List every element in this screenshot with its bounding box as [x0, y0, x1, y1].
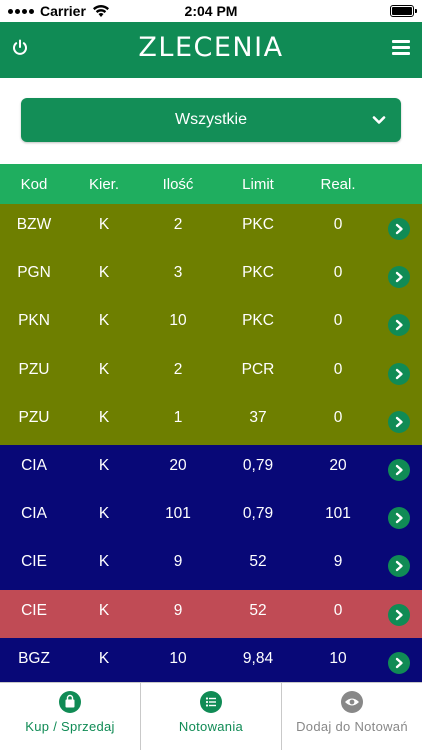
cell-real: 0	[333, 408, 343, 426]
cell-kod: BZW	[16, 216, 52, 234]
cell-kod: PKN	[18, 312, 50, 330]
cell-kod: CIE	[21, 601, 47, 619]
table-row[interactable]: CIA K 101 0,79 101	[0, 493, 422, 542]
cell-ilosc: 10	[169, 312, 187, 330]
cell-ilosc: 9	[173, 601, 183, 619]
cell-real: 9	[333, 553, 343, 571]
cell-kier: K	[98, 457, 110, 475]
tab-bar: Kup / Sprzedaj Notowania Dodaj do Notowa…	[0, 682, 422, 750]
chevron-right-icon[interactable]	[388, 314, 410, 337]
cell-ilosc: 3	[173, 264, 183, 282]
header-kier: Kier.	[88, 175, 119, 193]
table-row[interactable]: BGZ K 10 9,84 10	[0, 637, 422, 686]
chevron-right-icon[interactable]	[388, 410, 410, 433]
header-kod: Kod	[20, 175, 48, 193]
cell-limit: PKC	[242, 312, 274, 330]
tab-notowania[interactable]: Notowania	[141, 683, 282, 750]
page-title: ZLECENIA	[138, 32, 284, 63]
cell-ilosc: 101	[165, 505, 191, 523]
shopping-bag-icon	[59, 691, 81, 713]
cell-kod: CIA	[21, 505, 47, 523]
chevron-down-icon	[372, 116, 386, 124]
chevron-right-icon[interactable]	[388, 218, 410, 241]
battery-icon	[390, 5, 417, 17]
cell-limit: PCR	[241, 360, 275, 378]
cell-real: 0	[333, 264, 343, 282]
cell-kod: PGN	[17, 264, 51, 282]
cell-real: 20	[329, 457, 347, 475]
filter-dropdown[interactable]: Wszystkie	[21, 98, 401, 142]
cell-kod: PZU	[18, 360, 50, 378]
tab-dodaj-do-notowan[interactable]: Dodaj do Notowań	[282, 683, 422, 750]
chevron-right-icon[interactable]	[388, 555, 410, 578]
header-real: Real.	[320, 175, 356, 193]
cell-ilosc: 9	[173, 553, 183, 571]
cell-real: 0	[333, 360, 343, 378]
cell-ilosc: 2	[173, 216, 183, 234]
cell-limit: PKC	[242, 264, 274, 282]
table-row[interactable]: PGN K 3 PKC 0	[0, 252, 422, 301]
table-row[interactable]: PKN K 10 PKC 0	[0, 300, 422, 349]
cell-kod: CIA	[21, 457, 47, 475]
chevron-right-icon[interactable]	[388, 459, 410, 482]
filter-selected-label: Wszystkie	[175, 111, 247, 128]
table-row[interactable]: CIE K 9 52 9	[0, 541, 422, 590]
header-limit: Limit	[242, 175, 274, 193]
eye-icon	[341, 691, 363, 713]
table-row[interactable]: PZU K 1 37 0	[0, 396, 422, 445]
status-time: 2:04 PM	[184, 3, 238, 19]
cell-kier: K	[98, 360, 110, 378]
orders-table: BZW K 2 PKC 0 PGN K 3 PKC 0 PKN K 10 PKC…	[0, 204, 422, 686]
cell-limit: 52	[249, 553, 267, 571]
tab-label: Dodaj do Notowań	[296, 719, 408, 734]
cell-ilosc: 1	[173, 408, 183, 426]
cell-real: 10	[329, 649, 347, 667]
header-ilosc: Ilość	[162, 175, 194, 193]
cell-kier: K	[98, 649, 110, 667]
cell-kier: K	[98, 264, 110, 282]
cell-limit: 9,84	[242, 649, 274, 667]
filter-area: Wszystkie	[0, 78, 422, 164]
table-row[interactable]: CIE K 9 52 0	[0, 589, 422, 638]
cell-real: 0	[333, 601, 343, 619]
tab-kup-sprzedaj[interactable]: Kup / Sprzedaj	[0, 683, 141, 750]
cell-kier: K	[98, 601, 110, 619]
cell-kier: K	[98, 505, 110, 523]
chevron-right-icon[interactable]	[388, 651, 410, 674]
chevron-right-icon[interactable]	[388, 603, 410, 626]
cell-kier: K	[98, 312, 110, 330]
cell-limit: 52	[249, 601, 267, 619]
chevron-right-icon[interactable]	[388, 266, 410, 289]
status-bar: Carrier 2:04 PM	[0, 0, 422, 22]
table-header: Kod Kier. Ilość Limit Real.	[0, 164, 422, 204]
menu-icon[interactable]	[392, 40, 410, 56]
cell-kier: K	[98, 216, 110, 234]
cell-limit: 0,79	[242, 505, 274, 523]
tab-label: Notowania	[178, 719, 244, 734]
table-row[interactable]: CIA K 20 0,79 20	[0, 444, 422, 494]
cell-real: 0	[333, 312, 343, 330]
table-row[interactable]: PZU K 2 PCR 0	[0, 348, 422, 397]
table-row[interactable]: BZW K 2 PKC 0	[0, 204, 422, 253]
cell-ilosc: 20	[169, 457, 187, 475]
cell-kier: K	[98, 553, 110, 571]
cell-real: 0	[333, 216, 343, 234]
cell-limit: 37	[249, 408, 267, 426]
cell-limit: 0,79	[242, 457, 274, 475]
chevron-right-icon[interactable]	[388, 507, 410, 530]
cell-limit: PKC	[242, 216, 274, 234]
chevron-right-icon[interactable]	[388, 362, 410, 385]
cell-real: 101	[325, 505, 351, 523]
cell-kod: CIE	[21, 553, 47, 571]
cell-ilosc: 10	[169, 649, 187, 667]
nav-bar: ZLECENIA	[0, 22, 422, 78]
list-icon	[200, 691, 222, 713]
cell-kod: PZU	[18, 408, 50, 426]
cell-ilosc: 2	[173, 360, 183, 378]
tab-label: Kup / Sprzedaj	[25, 719, 115, 734]
cell-kier: K	[98, 408, 110, 426]
cell-kod: BGZ	[18, 649, 50, 667]
